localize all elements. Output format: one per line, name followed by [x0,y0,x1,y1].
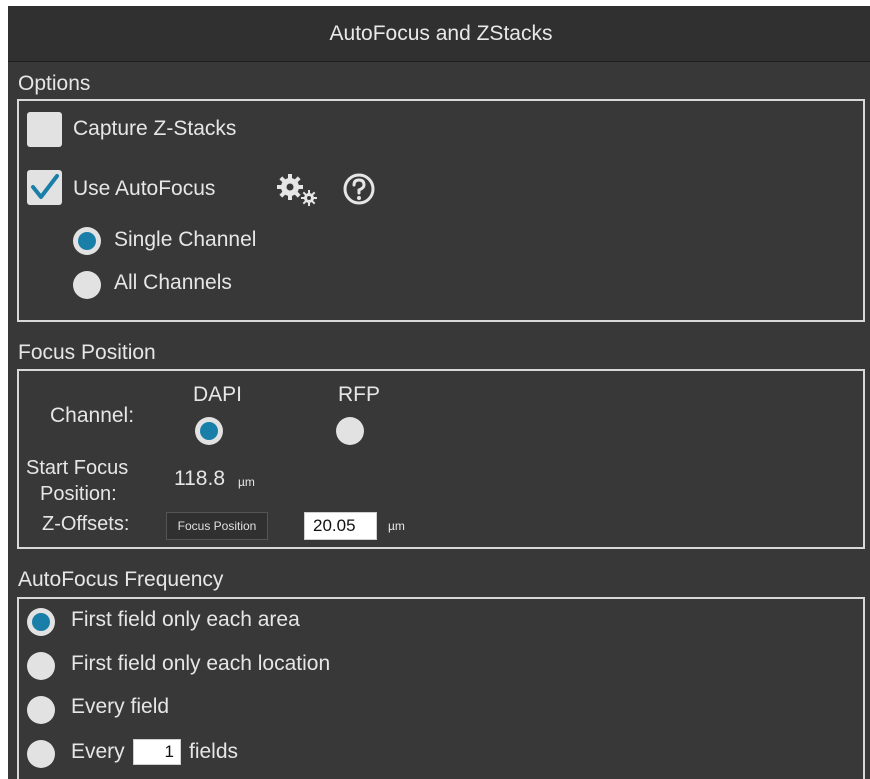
freq-every-n-suffix: fields [189,740,239,763]
all-channels-radio[interactable] [73,271,101,299]
focus-position-group [17,369,865,549]
focus-position-button[interactable]: Focus Position [166,512,268,540]
channel-dapi-label: DAPI [193,383,243,406]
options-section-label: Options [18,72,91,95]
start-focus-label-line1: Start Focus [26,457,129,479]
all-channels-label: All Channels [114,271,232,294]
use-autofocus-label: Use AutoFocus [73,177,216,200]
single-channel-radio[interactable] [73,227,101,255]
single-channel-label: Single Channel [114,228,257,251]
freq-every-n-radio[interactable] [27,740,55,768]
zoffsets-unit: µm [388,519,405,533]
start-focus-unit: µm [238,475,255,489]
freq-first-field-location-radio[interactable] [27,652,55,680]
freq-every-field-label: Every field [71,695,170,718]
start-focus-value: 118.8 [174,467,225,490]
zoffsets-input[interactable]: 20.05 [304,512,377,540]
capture-zstacks-label: Capture Z-Stacks [73,117,237,140]
channel-dapi-radio[interactable] [195,417,223,445]
freq-every-n-prefix: Every [71,740,125,763]
channel-rfp-label: RFP [338,383,380,406]
freq-first-field-area-label: First field only each area [71,608,300,631]
gear-icon[interactable] [276,171,320,207]
freq-every-n-input[interactable]: 1 [133,739,181,765]
zoffsets-label: Z-Offsets: [42,513,130,535]
use-autofocus-checkbox[interactable] [27,170,62,205]
title-divider [8,61,870,62]
autofocus-frequency-section-label: AutoFocus Frequency [18,568,224,591]
freq-every-field-radio[interactable] [27,696,55,724]
channel-label: Channel: [50,404,135,427]
checkmark-icon [31,174,59,199]
freq-first-field-location-label: First field only each location [71,652,331,675]
panel-title: AutoFocus and ZStacks [8,6,870,61]
channel-rfp-radio[interactable] [336,417,364,445]
capture-zstacks-checkbox[interactable] [27,112,62,147]
help-icon[interactable] [342,172,376,206]
freq-first-field-area-radio[interactable] [27,608,55,636]
start-focus-label-line2: Position: [40,483,117,505]
focus-position-section-label: Focus Position [18,341,156,364]
